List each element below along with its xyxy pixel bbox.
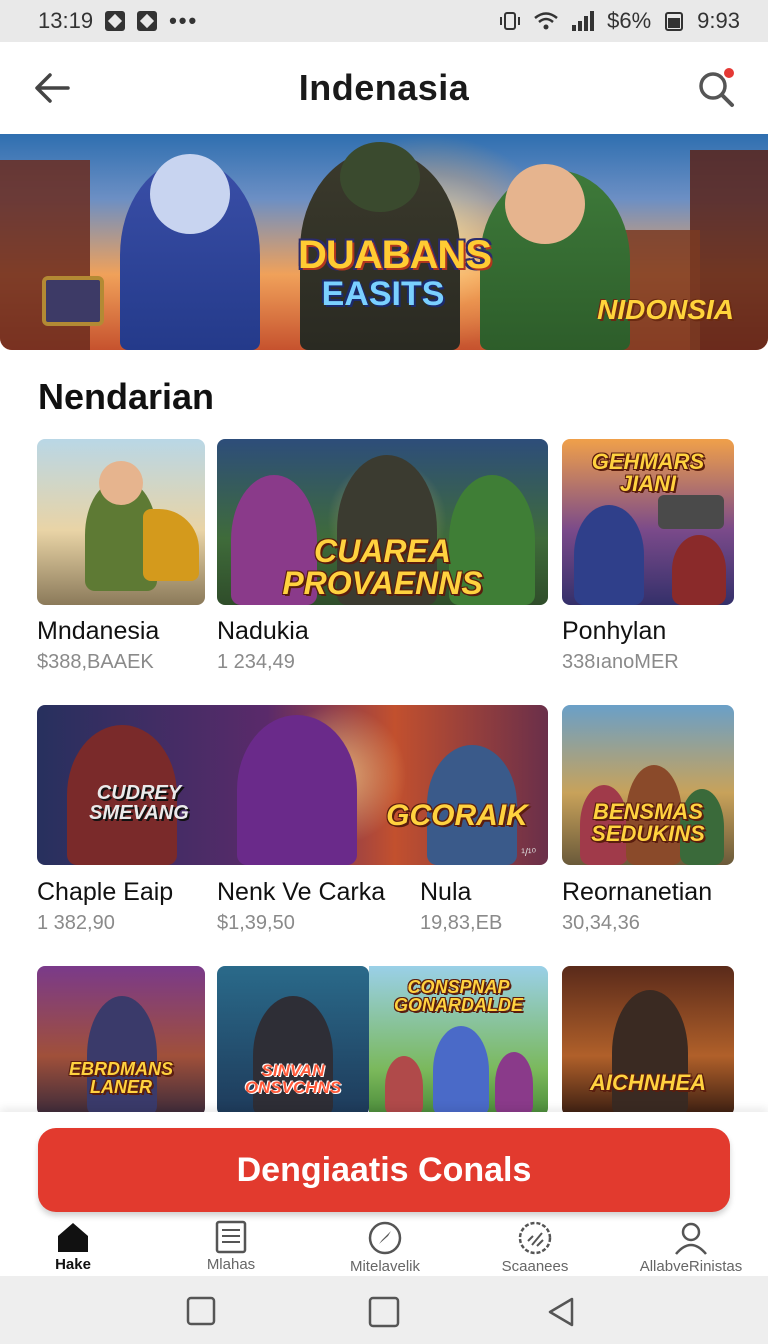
back-button[interactable] <box>32 70 72 106</box>
app-header: Indenasia <box>0 42 768 134</box>
item-name[interactable]: Reornanetian <box>562 878 712 907</box>
square-icon <box>186 1296 216 1326</box>
game-tile[interactable]: SINVAN ONSVCHNS <box>217 966 369 1116</box>
tile-character <box>433 1026 489 1116</box>
arrow-left-icon <box>35 73 70 103</box>
status-time: 13:19 <box>38 8 94 33</box>
vibrate-icon <box>500 12 521 30</box>
banner-logo-line2: EASITS <box>321 275 445 313</box>
item-name[interactable]: Nula <box>420 878 471 907</box>
banner-device <box>42 276 104 326</box>
nav-item-profile[interactable]: AllabveRinistas <box>626 1216 756 1276</box>
battery-percent: $6% <box>607 8 652 33</box>
system-back-button[interactable] <box>546 1296 576 1333</box>
tile-cape <box>143 509 199 581</box>
tile-character <box>385 1056 423 1116</box>
tile-character <box>237 715 357 865</box>
item-price: $1,39,50 <box>217 912 295 934</box>
nav-item-home[interactable]: Hake <box>18 1216 128 1276</box>
tile-character-head <box>99 461 143 505</box>
banner-character-fighter-head <box>505 164 585 244</box>
tile-character <box>253 996 333 1116</box>
item-price: 19,83,EB <box>420 912 503 934</box>
nav-item-compass[interactable]: Mitelavelik <box>320 1216 450 1276</box>
primary-cta-button[interactable]: Dengiaatis Conals <box>38 1128 730 1212</box>
triangle-back-icon <box>548 1297 574 1327</box>
tile-character <box>574 505 644 605</box>
tile-corner-tag: ¹/¹⁰ <box>521 847 536 859</box>
gallery-icon <box>137 11 158 31</box>
bottom-nav: Hake Mlahas Mitelavelik Scaanees Allabve… <box>0 1216 768 1276</box>
banner-character-soldier-head <box>340 142 420 212</box>
tile-label: GCORAIK <box>386 799 528 832</box>
game-tile[interactable]: CONSPNAP GONARDALDE <box>369 966 548 1116</box>
battery-icon <box>665 12 684 31</box>
game-tile[interactable]: AICHNHEA <box>562 966 734 1116</box>
status-left: 13:19 ••• <box>38 8 198 34</box>
tile-label: CUDREY SMEVANG <box>89 782 189 824</box>
home-icon <box>58 1223 88 1252</box>
nav-label: Scaanees <box>501 1258 569 1275</box>
tile-character <box>87 996 157 1116</box>
game-tile[interactable]: BENSMAS SEDUKINS <box>562 705 734 865</box>
search-button[interactable] <box>696 66 738 108</box>
banner-tag: NIDONSIA <box>597 294 734 325</box>
tile-cannon <box>658 495 724 529</box>
document-icon <box>215 1220 247 1254</box>
nav-label: Mlahas <box>206 1256 256 1273</box>
nav-label: AllabveRinistas <box>639 1258 743 1275</box>
tile-label: CUAREA PROVAENNS <box>282 533 483 601</box>
tile-character <box>672 535 726 605</box>
game-tile[interactable]: GEHMARS JIANI <box>562 439 734 605</box>
item-name[interactable]: Nenk Ve Carka <box>217 878 385 907</box>
item-price: 338ıanoMER <box>562 651 679 673</box>
item-price: 1 382,90 <box>37 912 115 934</box>
banner-logo: DUABANS EASITS <box>298 233 492 313</box>
notification-icon <box>105 11 126 31</box>
item-name[interactable]: Chaple Eaip <box>37 878 173 907</box>
more-notifications-icon: ••• <box>169 8 199 33</box>
game-tile[interactable] <box>37 439 205 605</box>
hero-banner[interactable]: DUABANS EASITS NIDONSIA <box>0 134 768 350</box>
item-name[interactable]: Mndanesia <box>37 617 159 646</box>
tile-label: EBRDMANS LANER <box>68 1059 173 1097</box>
system-home-button[interactable] <box>368 1296 400 1333</box>
status-bar: 13:19 ••• $6% 9:93 <box>0 0 768 42</box>
nav-item-badge[interactable]: Scaanees <box>480 1216 590 1276</box>
user-icon <box>675 1222 707 1255</box>
tile-label: AICHNHEA <box>589 1070 707 1095</box>
nav-item-docs[interactable]: Mlahas <box>176 1216 286 1276</box>
banner-character-mage-head <box>150 154 230 234</box>
notification-dot <box>722 66 736 80</box>
tile-character <box>495 1052 533 1116</box>
tile-label: BENSMAS SEDUKINS <box>591 799 705 846</box>
item-name[interactable]: Ponhylan <box>562 617 666 646</box>
tile-character <box>612 990 688 1116</box>
banner-building <box>620 230 700 350</box>
item-price: 1 234,49 <box>217 651 295 673</box>
game-tile[interactable]: CUDREY SMEVANG GCORAIK ¹/¹⁰ <box>37 705 548 865</box>
nav-label: Hake <box>55 1256 91 1273</box>
status-right: $6% 9:93 <box>499 8 740 34</box>
tile-label: CONSPNAP GONARDALDE <box>394 977 523 1015</box>
badge-icon <box>518 1221 552 1255</box>
status-clock: 9:93 <box>697 8 740 33</box>
tile-label: GEHMARS JIANI <box>591 449 705 496</box>
signal-icon <box>572 11 595 31</box>
square-icon <box>368 1296 400 1328</box>
system-recents-button[interactable] <box>186 1296 216 1331</box>
system-nav-bar <box>0 1276 768 1344</box>
item-price: $388,BAAEK <box>37 651 154 673</box>
wifi-icon <box>534 12 558 30</box>
compass-icon <box>368 1221 402 1255</box>
banner-logo-line1: DUABANS <box>298 233 492 277</box>
game-tile[interactable]: EBRDMANS LANER <box>37 966 205 1116</box>
item-price: 30,34,36 <box>562 912 640 934</box>
page-title: Indenasia <box>298 67 470 108</box>
item-name[interactable]: Nadukia <box>217 617 309 646</box>
nav-label: Mitelavelik <box>349 1258 421 1275</box>
section-title: Nendarian <box>38 376 215 417</box>
game-tile[interactable]: CUAREA PROVAENNS <box>217 439 548 605</box>
tile-label: SINVAN ONSVCHNS <box>244 1061 342 1097</box>
